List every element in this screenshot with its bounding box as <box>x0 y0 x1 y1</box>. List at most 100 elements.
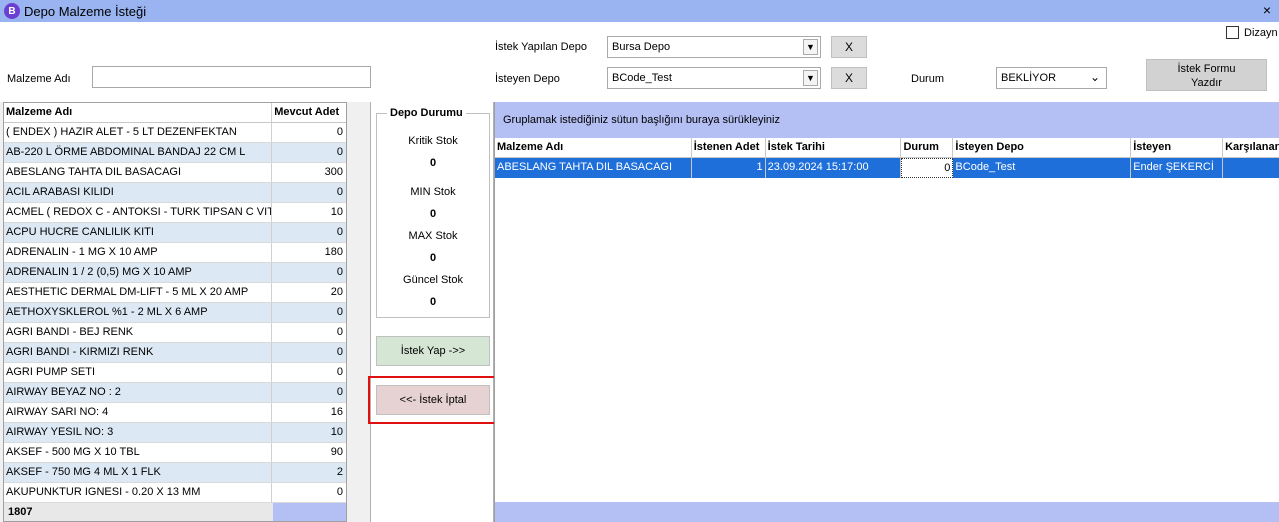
guncel-stok-value: 0 <box>429 296 437 308</box>
guncel-stok-label: Güncel Stok <box>403 274 463 286</box>
material-name-cell: AGRI BANDI - KIRMIZI RENK <box>4 343 273 362</box>
request-depo-cell: BCode_Test <box>953 158 1132 178</box>
durum-value: BEKLİYOR <box>1001 72 1057 84</box>
table-row[interactable]: ABESLANG TAHTA DIL BASACAGI 1 23.09.2024… <box>495 158 1279 178</box>
table-row[interactable]: AGRI PUMP SETI 0 <box>4 363 346 383</box>
footer-blank <box>273 503 346 521</box>
malzeme-adi-label: Malzeme Adı <box>7 73 71 85</box>
table-row[interactable]: ( ENDEX ) HAZIR ALET - 5 LT DEZENFEKTAN 0 <box>4 123 346 143</box>
material-name-cell: AETHOXYSKLEROL %1 - 2 ML X 6 AMP <box>4 303 273 322</box>
table-row[interactable]: AKUPUNKTUR IGNESI - 0.20 X 13 MM 0 <box>4 483 346 503</box>
table-row[interactable]: ADRENALIN - 1 MG X 10 AMP 180 <box>4 243 346 263</box>
table-row[interactable]: ACMEL ( REDOX C - ANTOKSI - TURK TIPSAN … <box>4 203 346 223</box>
kritik-stok-label: Kritik Stok <box>408 135 458 147</box>
table-row[interactable]: AIRWAY YESIL NO: 3 10 <box>4 423 346 443</box>
depo-durumu-group: Depo Durumu Kritik Stok 0 MIN Stok 0 MAX… <box>376 107 490 318</box>
material-name-cell: ADRENALIN - 1 MG X 10 AMP <box>4 243 273 262</box>
app-logo-icon: B <box>4 3 20 19</box>
isteyen-depo-value: BCode_Test <box>612 72 672 84</box>
print-request-form-button[interactable]: İstek Formu Yazdır <box>1146 59 1267 91</box>
request-material-cell: ABESLANG TAHTA DIL BASACAGI <box>495 158 692 178</box>
column-header[interactable]: İstenen Adet <box>692 138 766 157</box>
material-name-cell: AIRWAY YESIL NO: 3 <box>4 423 273 442</box>
column-header[interactable]: Malzeme Adı <box>4 103 273 122</box>
stock-count-cell: 0 <box>336 126 343 138</box>
table-row[interactable]: AKSEF - 500 MG X 10 TBL 90 <box>4 443 346 463</box>
chevron-down-icon[interactable]: ▼ <box>803 39 818 55</box>
durum-label: Durum <box>911 73 945 85</box>
chevron-down-icon[interactable]: ⌄ <box>1090 70 1100 84</box>
stock-count-cell: 0 <box>336 386 343 398</box>
requests-grid: Gruplamak istediğiniz sütun başlığını bu… <box>494 102 1279 522</box>
material-name-cell: AKUPUNKTUR IGNESI - 0.20 X 13 MM <box>4 483 273 502</box>
table-row[interactable]: AESTHETIC DERMAL DM-LIFT - 5 ML X 20 AMP… <box>4 283 346 303</box>
clear-istek-yapilan-depo-button[interactable]: X <box>831 36 867 58</box>
material-name-cell: AKSEF - 750 MG 4 ML X 1 FLK <box>4 463 273 482</box>
material-name-cell: ( ENDEX ) HAZIR ALET - 5 LT DEZENFEKTAN <box>4 123 273 142</box>
table-row[interactable]: ABESLANG TAHTA DIL BASACAGI 300 <box>4 163 346 183</box>
table-row[interactable]: ADRENALIN 1 / 2 (0,5) MG X 10 AMP 0 <box>4 263 346 283</box>
table-row[interactable]: AB-220 L ÖRME ABDOMINAL BANDAJ 22 CM L 0 <box>4 143 346 163</box>
max-stok-value: 0 <box>429 252 437 264</box>
material-name-cell: ACMEL ( REDOX C - ANTOKSI - TURK TIPSAN … <box>4 203 273 222</box>
min-stok-label: MIN Stok <box>410 186 456 198</box>
table-row[interactable]: AIRWAY BEYAZ NO : 2 0 <box>4 383 346 403</box>
table-row[interactable]: AKSEF - 750 MG 4 ML X 1 FLK 2 <box>4 463 346 483</box>
requests-grid-footer <box>495 502 1279 522</box>
table-row[interactable]: AGRI BANDI - BEJ RENK 0 <box>4 323 346 343</box>
isteyen-depo-select[interactable]: BCode_Test ▼ <box>607 67 821 89</box>
material-name-cell: AGRI BANDI - BEJ RENK <box>4 323 273 342</box>
column-header[interactable]: İsteyen <box>1131 138 1224 157</box>
clear-isteyen-depo-button[interactable]: X <box>831 67 867 89</box>
material-name-cell: AGRI PUMP SETI <box>4 363 273 382</box>
column-header[interactable]: Mevcut Adet <box>272 103 346 122</box>
request-user-cell: Ender ŞEKERCİ <box>1131 158 1224 178</box>
stock-count-cell: 0 <box>336 366 343 378</box>
istek-yapilan-depo-select[interactable]: Bursa Depo ▼ <box>607 36 821 58</box>
column-header[interactable]: Durum <box>901 138 954 157</box>
material-name-cell: AIRWAY SARI NO: 4 <box>4 403 273 422</box>
column-header[interactable]: İstek Tarihi <box>766 138 902 157</box>
close-icon[interactable]: × <box>1263 2 1271 18</box>
dizayn-label: Dizayn <box>1244 27 1278 39</box>
table-row[interactable]: ACIL ARABASI KILIDI 0 <box>4 183 346 203</box>
material-name-cell: ACPU HUCRE CANLILIK KITI <box>4 223 273 242</box>
window-title: Depo Malzeme İsteği <box>24 3 147 19</box>
istek-yapilan-depo-label: İstek Yapılan Depo <box>495 41 587 53</box>
table-row[interactable]: AETHOXYSKLEROL %1 - 2 ML X 6 AMP 0 <box>4 303 346 323</box>
stock-count-cell: 0 <box>336 186 343 198</box>
stock-count-cell: 90 <box>330 446 343 458</box>
material-name-cell: AESTHETIC DERMAL DM-LIFT - 5 ML X 20 AMP <box>4 283 273 302</box>
durum-select[interactable]: BEKLİYOR ⌄ <box>996 67 1107 89</box>
dizayn-checkbox[interactable] <box>1226 26 1239 39</box>
stock-count-cell: 0 <box>336 266 343 278</box>
table-row[interactable]: AGRI BANDI - KIRMIZI RENK 0 <box>4 343 346 363</box>
istek-iptal-button[interactable]: <<- İstek İptal <box>376 385 490 415</box>
istek-yap-button[interactable]: İstek Yap ->> <box>376 336 490 366</box>
stock-count-cell: 0 <box>336 486 343 498</box>
stock-count-cell: 16 <box>330 406 343 418</box>
material-name-cell: AIRWAY BEYAZ NO : 2 <box>4 383 273 402</box>
kritik-stok-value: 0 <box>429 157 437 169</box>
requests-grid-header: Malzeme Adı İstenen Adet İstek Tarihi Du… <box>495 138 1279 158</box>
group-by-panel[interactable]: Gruplamak istediğiniz sütun başlığını bu… <box>495 102 1279 138</box>
request-fulfilled-cell <box>1223 158 1279 178</box>
isteyen-depo-label: İsteyen Depo <box>495 73 560 85</box>
chevron-down-icon[interactable]: ▼ <box>803 70 818 86</box>
malzeme-adi-input[interactable] <box>92 66 371 88</box>
material-name-cell: AB-220 L ÖRME ABDOMINAL BANDAJ 22 CM L <box>4 143 273 162</box>
request-date-cell: 23.09.2024 15:17:00 <box>766 158 902 178</box>
table-row[interactable]: AIRWAY SARI NO: 4 16 <box>4 403 346 423</box>
table-row[interactable]: ACPU HUCRE CANLILIK KITI 0 <box>4 223 346 243</box>
depo-status-panel: Depo Durumu Kritik Stok 0 MIN Stok 0 MAX… <box>370 102 494 522</box>
stock-count-cell: 10 <box>330 206 343 218</box>
column-header[interactable]: Malzeme Adı <box>495 138 692 157</box>
print-button-line1: İstek Formu <box>1177 63 1236 75</box>
column-header[interactable]: İsteyen Depo <box>953 138 1132 157</box>
depo-durumu-title: Depo Durumu <box>387 107 466 119</box>
istek-yapilan-depo-value: Bursa Depo <box>612 41 671 53</box>
column-header[interactable]: Karşılanan <box>1223 138 1279 157</box>
request-status-cell[interactable]: 0 <box>901 158 954 178</box>
stock-count-cell: 0 <box>336 226 343 238</box>
request-quantity-cell: 1 <box>692 158 766 178</box>
